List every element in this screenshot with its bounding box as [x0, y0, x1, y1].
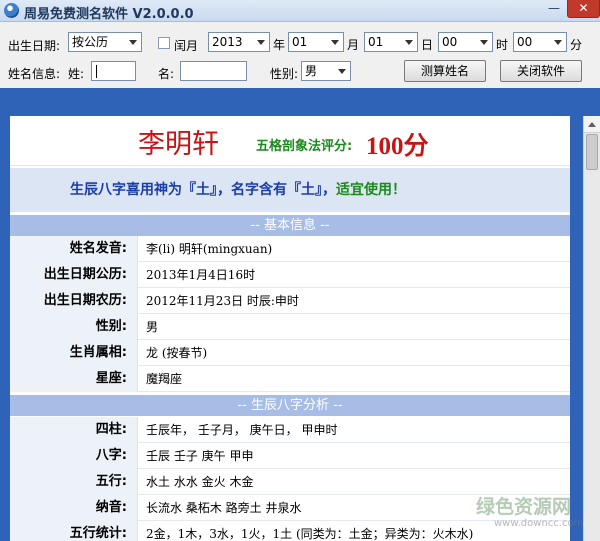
- chevron-down-icon: [401, 33, 417, 51]
- table-row: 八字: 壬辰 壬子 庚午 甲申: [10, 443, 570, 469]
- month-unit: 月: [347, 38, 360, 52]
- bazi-summary-text: 生辰八字喜用神为『土』，名字含有『土』，: [70, 182, 336, 198]
- surname-input[interactable]: [91, 61, 136, 81]
- close-app-button[interactable]: 关闭软件: [500, 60, 582, 82]
- table-row: 性别: 男: [10, 314, 570, 340]
- given-name-label: 名:: [158, 67, 175, 81]
- row-value: 男: [146, 320, 159, 334]
- input-form: 出生日期: 按公历 闰月 2013 年 01 月 01 日 00 时 00 分 …: [0, 22, 600, 88]
- table-row: 姓名发音: 李(li) 明轩(mingxuan): [10, 236, 570, 262]
- row-value: 2012年11月23日 时辰:申时: [146, 294, 299, 308]
- row-label: 姓名发音:: [10, 236, 138, 262]
- watermark: 绿色资源网 www.downcc.com: [476, 492, 592, 534]
- row-label: 性别:: [10, 314, 138, 340]
- app-icon: [4, 3, 19, 18]
- table-row: 出生日期农历: 2012年11月23日 时辰:申时: [10, 288, 570, 314]
- minimize-button[interactable]: —: [542, 0, 566, 18]
- hour-select[interactable]: 00: [438, 32, 493, 52]
- bazi-summary-row: 生辰八字喜用神为『土』，名字含有『土』，适宜使用！: [10, 168, 570, 212]
- minute-select[interactable]: 00: [513, 32, 567, 52]
- day-unit: 日: [421, 38, 434, 52]
- row-label: 五行:: [10, 469, 138, 495]
- result-panel[interactable]: 李明轩 五格剖象法评分: 100分 生辰八字喜用神为『土』，名字含有『土』，适宜…: [10, 116, 570, 541]
- given-name-input[interactable]: [180, 61, 247, 81]
- row-label: 出生日期农历:: [10, 288, 138, 314]
- year-unit: 年: [273, 38, 286, 52]
- row-label: 纳音:: [10, 495, 138, 521]
- result-canvas: 李明轩 五格剖象法评分: 100分 生辰八字喜用神为『土』，名字含有『土』，适宜…: [0, 88, 600, 541]
- section-header-bazi: -- 生辰八字分析 --: [10, 395, 570, 416]
- text-caret: [96, 65, 97, 78]
- row-value: 壬辰年， 壬子月， 庚午日， 甲申时: [146, 423, 338, 437]
- table-row: 出生日期公历: 2013年1月4日16时: [10, 262, 570, 288]
- row-label: 生肖属相:: [10, 340, 138, 366]
- row-label: 八字:: [10, 443, 138, 469]
- year-value: 2013: [212, 35, 243, 49]
- surname-label: 姓:: [68, 67, 85, 81]
- watermark-text: 绿色资源网: [476, 496, 572, 518]
- table-row: 四柱: 壬辰年， 壬子月， 庚午日， 甲申时: [10, 417, 570, 443]
- vertical-scrollbar[interactable]: [583, 116, 600, 541]
- score-label: 五格剖象法评分:: [256, 139, 353, 154]
- row-value: 2金，1木，3水，1火，1土 (同类为：土金；异类为：火木水): [146, 527, 474, 541]
- window-title: 周易免费测名软件 V2.0.0.0: [24, 7, 194, 22]
- row-label: 五行统计:: [10, 521, 138, 541]
- birth-date-label: 出生日期:: [8, 39, 61, 53]
- title-bar: 周易免费测名软件 V2.0.0.0 — ✕: [0, 0, 600, 22]
- day-select[interactable]: 01: [364, 32, 418, 52]
- calendar-type-select[interactable]: 按公历: [68, 32, 142, 52]
- chevron-down-icon: [253, 33, 269, 51]
- name-score-row: 李明轩 五格剖象法评分: 100分: [10, 116, 570, 166]
- row-value: 魔羯座: [146, 372, 183, 386]
- bazi-verdict: 适宜使用！: [336, 182, 406, 198]
- day-value: 01: [368, 35, 384, 49]
- hour-unit: 时: [496, 38, 509, 52]
- minute-value: 00: [517, 35, 533, 49]
- chevron-down-icon: [125, 33, 141, 51]
- chevron-down-icon: [550, 33, 566, 51]
- minute-unit: 分: [570, 38, 583, 52]
- year-select[interactable]: 2013: [208, 32, 270, 52]
- row-value: 龙 (按春节): [146, 346, 208, 360]
- row-value: 2013年1月4日16时: [146, 268, 256, 282]
- watermark-url: www.downcc.com: [494, 518, 584, 529]
- table-row: 生肖属相: 龙 (按春节): [10, 340, 570, 366]
- section-header-basic: -- 基本信息 --: [10, 215, 570, 236]
- month-value: 01: [292, 35, 308, 49]
- name-info-label: 姓名信息:: [8, 67, 61, 81]
- gender-value: 男: [305, 64, 318, 78]
- row-label: 星座:: [10, 366, 138, 392]
- scrollbar-thumb[interactable]: [586, 134, 598, 170]
- gender-select[interactable]: 男: [301, 61, 351, 81]
- row-label: 出生日期公历:: [10, 262, 138, 288]
- chevron-down-icon: [327, 33, 343, 51]
- bazi-summary: 生辰八字喜用神为『土』，名字含有『土』，适宜使用！: [70, 179, 406, 199]
- scroll-up-arrow-icon[interactable]: [584, 116, 600, 133]
- calendar-type-value: 按公历: [72, 35, 109, 49]
- row-label: 四柱:: [10, 417, 138, 443]
- table-row: 星座: 魔羯座: [10, 366, 570, 392]
- row-value: 长流水 桑柘木 路旁土 井泉水: [146, 501, 302, 515]
- month-select[interactable]: 01: [288, 32, 344, 52]
- row-value: 壬辰 壬子 庚午 甲申: [146, 449, 254, 463]
- leap-month-checkbox[interactable]: [158, 37, 170, 49]
- leap-month-label: 闰月: [174, 39, 199, 53]
- row-value: 水土 水水 金火 木金: [146, 475, 254, 489]
- gender-label: 性别:: [270, 67, 299, 81]
- chevron-down-icon: [334, 62, 350, 80]
- hour-value: 00: [442, 35, 458, 49]
- close-window-button[interactable]: ✕: [567, 0, 600, 18]
- score-value: 100分: [366, 133, 429, 160]
- row-value: 李(li) 明轩(mingxuan): [146, 242, 273, 256]
- calculate-name-button[interactable]: 测算姓名: [404, 60, 486, 82]
- result-name: 李明轩: [138, 129, 219, 160]
- chevron-down-icon: [476, 33, 492, 51]
